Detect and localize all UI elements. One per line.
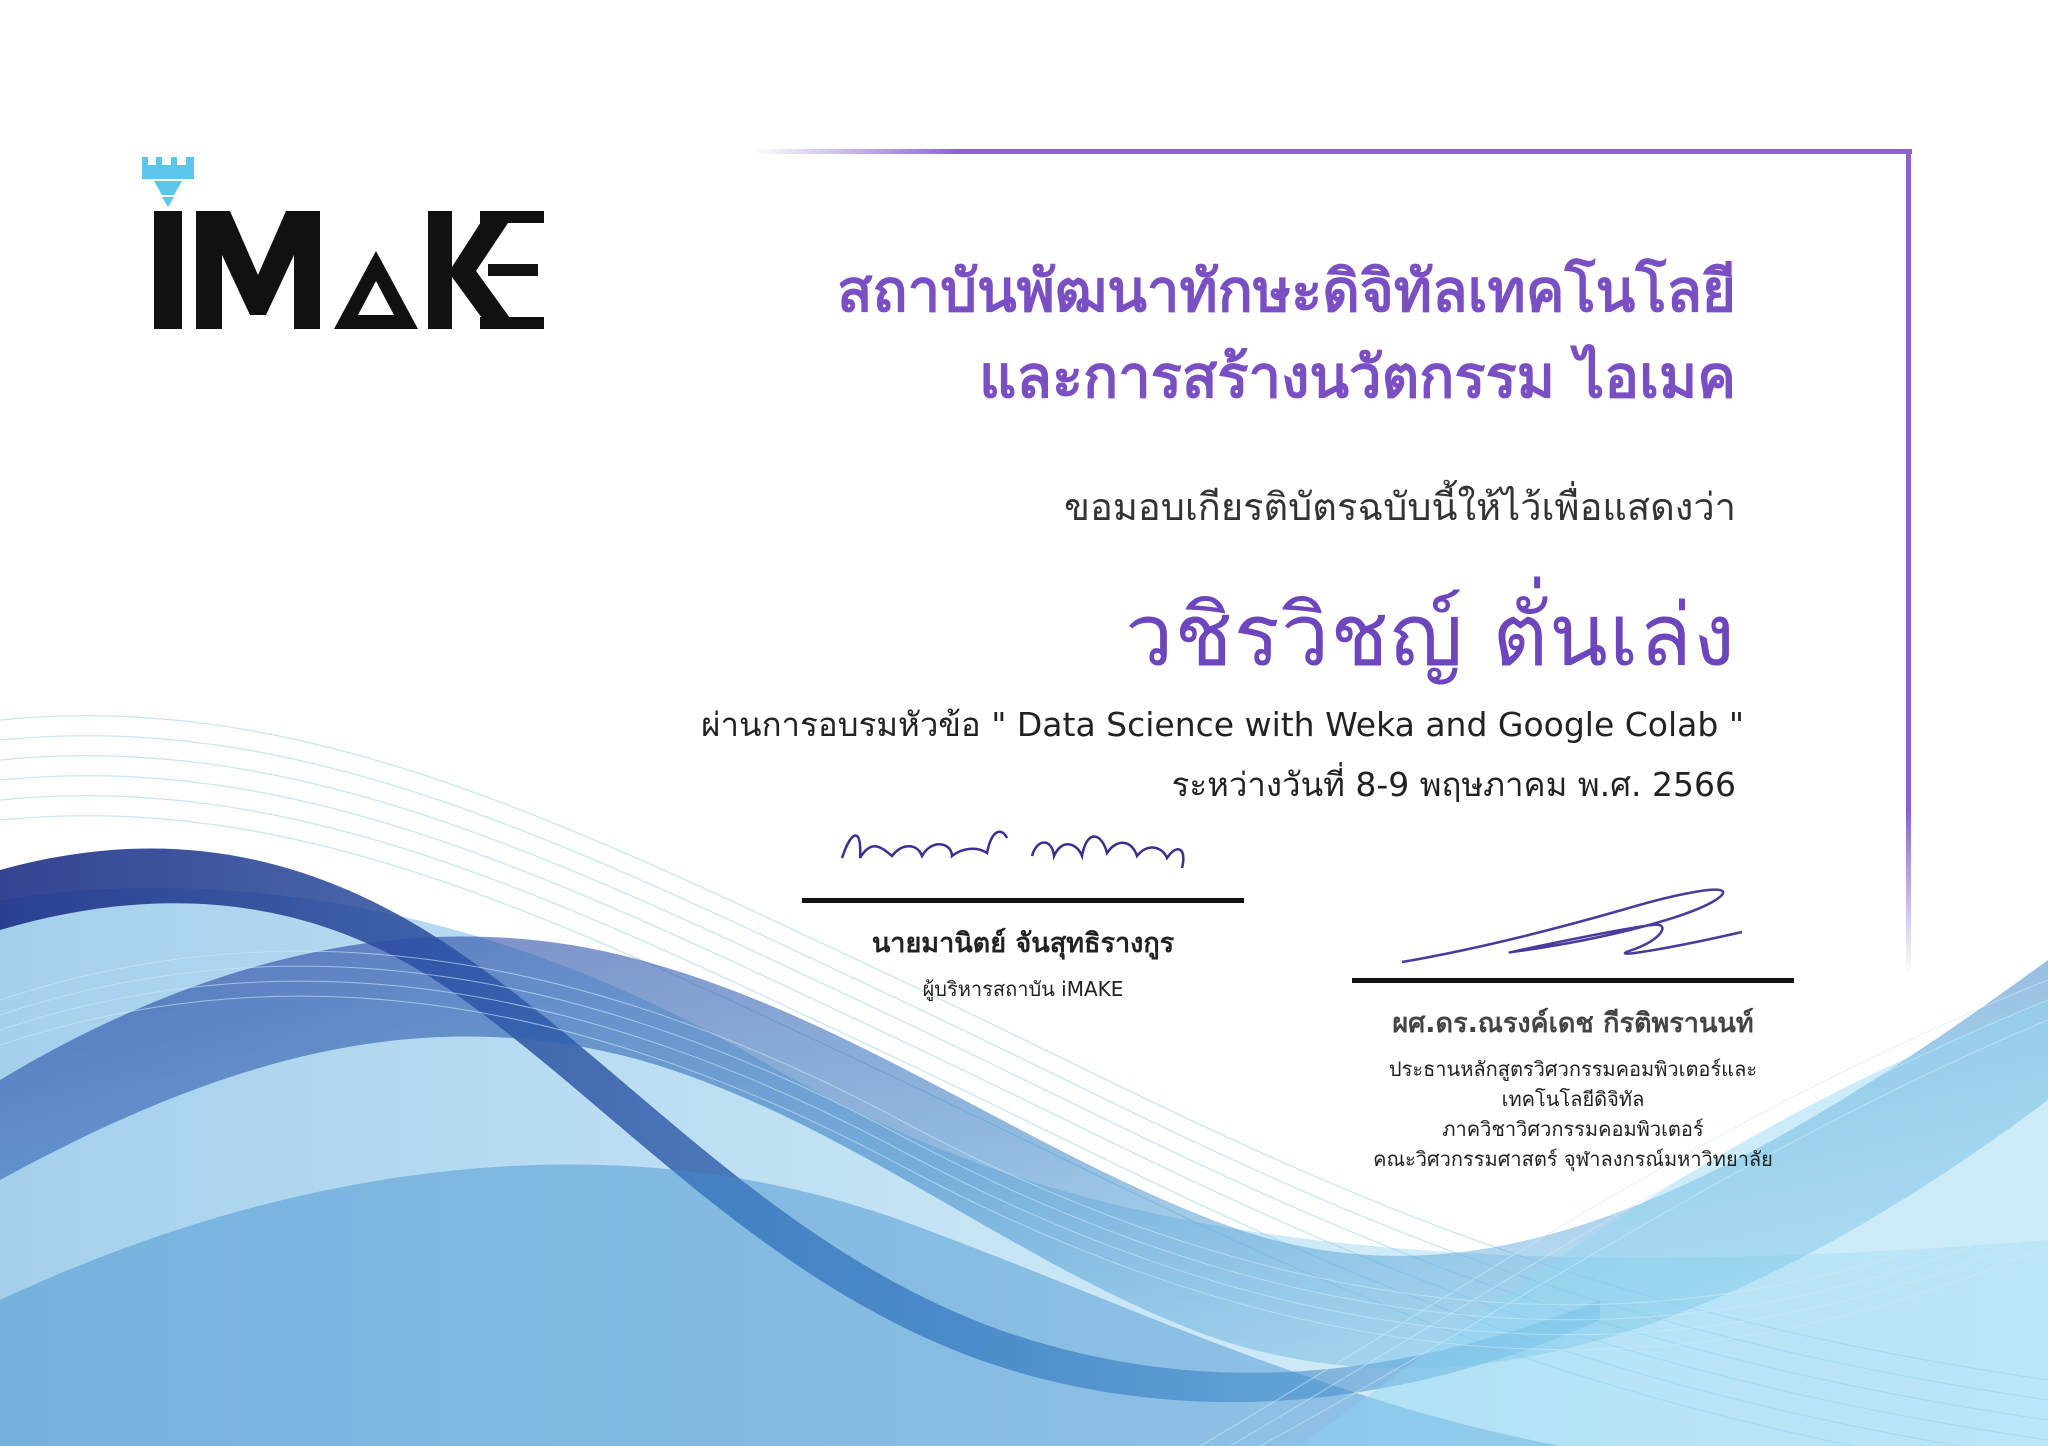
signature-line-1 [802, 898, 1244, 903]
signatory-2: ผศ.ดร.ณรงค์เดช กีรติพรานนท์ ประธานหลักสู… [1352, 880, 1794, 1174]
signatory-1: นายมานิตย์ จันสุทธิรางกูร ผู้บริหารสถาบั… [802, 830, 1244, 1004]
training-date: ระหว่างวันที่ 8-9 พฤษภาคม พ.ศ. 2566 [1171, 765, 1736, 804]
signatory-1-title: ผู้บริหารสถาบัน iMAKE [922, 977, 1124, 1001]
frame-right-border [1906, 149, 1911, 975]
recipient-name: วชิรวิชญ์ ตั่นเล่ง [1125, 586, 1736, 686]
signature-line-2 [1352, 978, 1794, 983]
presented-text: ขอมอบเกียรติบัตรฉบับนี้ให้ไว้เพื่อแสดงว่… [1064, 485, 1736, 529]
frame-top-border [752, 149, 1912, 154]
signatory-2-title-line1: ประธานหลักสูตรวิศวกรรมคอมพิวเตอร์และเทคโ… [1388, 1057, 1758, 1111]
imake-logo-e [480, 211, 544, 329]
course-title: ผ่านการอบรมหัวข้อ " Data Science with We… [701, 705, 1744, 744]
signature-2 [1401, 888, 1743, 964]
institute-name-line1: สถาบันพัฒนาทักษะดิจิทัลเทคโนโลยี [837, 257, 1736, 325]
institute-name-line2: และการสร้างนวัตกรรม ไอเมค [979, 343, 1736, 411]
signature-1 [840, 830, 1185, 869]
institute-name: สถาบันพัฒนาทักษะดิจิทัลเทคโนโลยี และการส… [837, 248, 1736, 420]
signatory-2-title-line3: คณะวิศวกรรมศาสตร์ จุฬาลงกรณ์มหาวิทยาลัย [1373, 1147, 1773, 1171]
signatory-1-name: นายมานิตย์ จันสุทธิรางกูร [871, 928, 1175, 959]
castle-nozzle-icon [142, 157, 194, 207]
signatory-2-title-line2: ภาควิชาวิศวกรรมคอมพิวเตอร์ [1442, 1117, 1704, 1141]
signatory-2-name: ผศ.ดร.ณรงค์เดช กีรติพรานนท์ [1392, 1008, 1754, 1039]
signatory-2-title: ประธานหลักสูตรวิศวกรรมคอมพิวเตอร์และเทคโ… [1352, 1054, 1794, 1174]
